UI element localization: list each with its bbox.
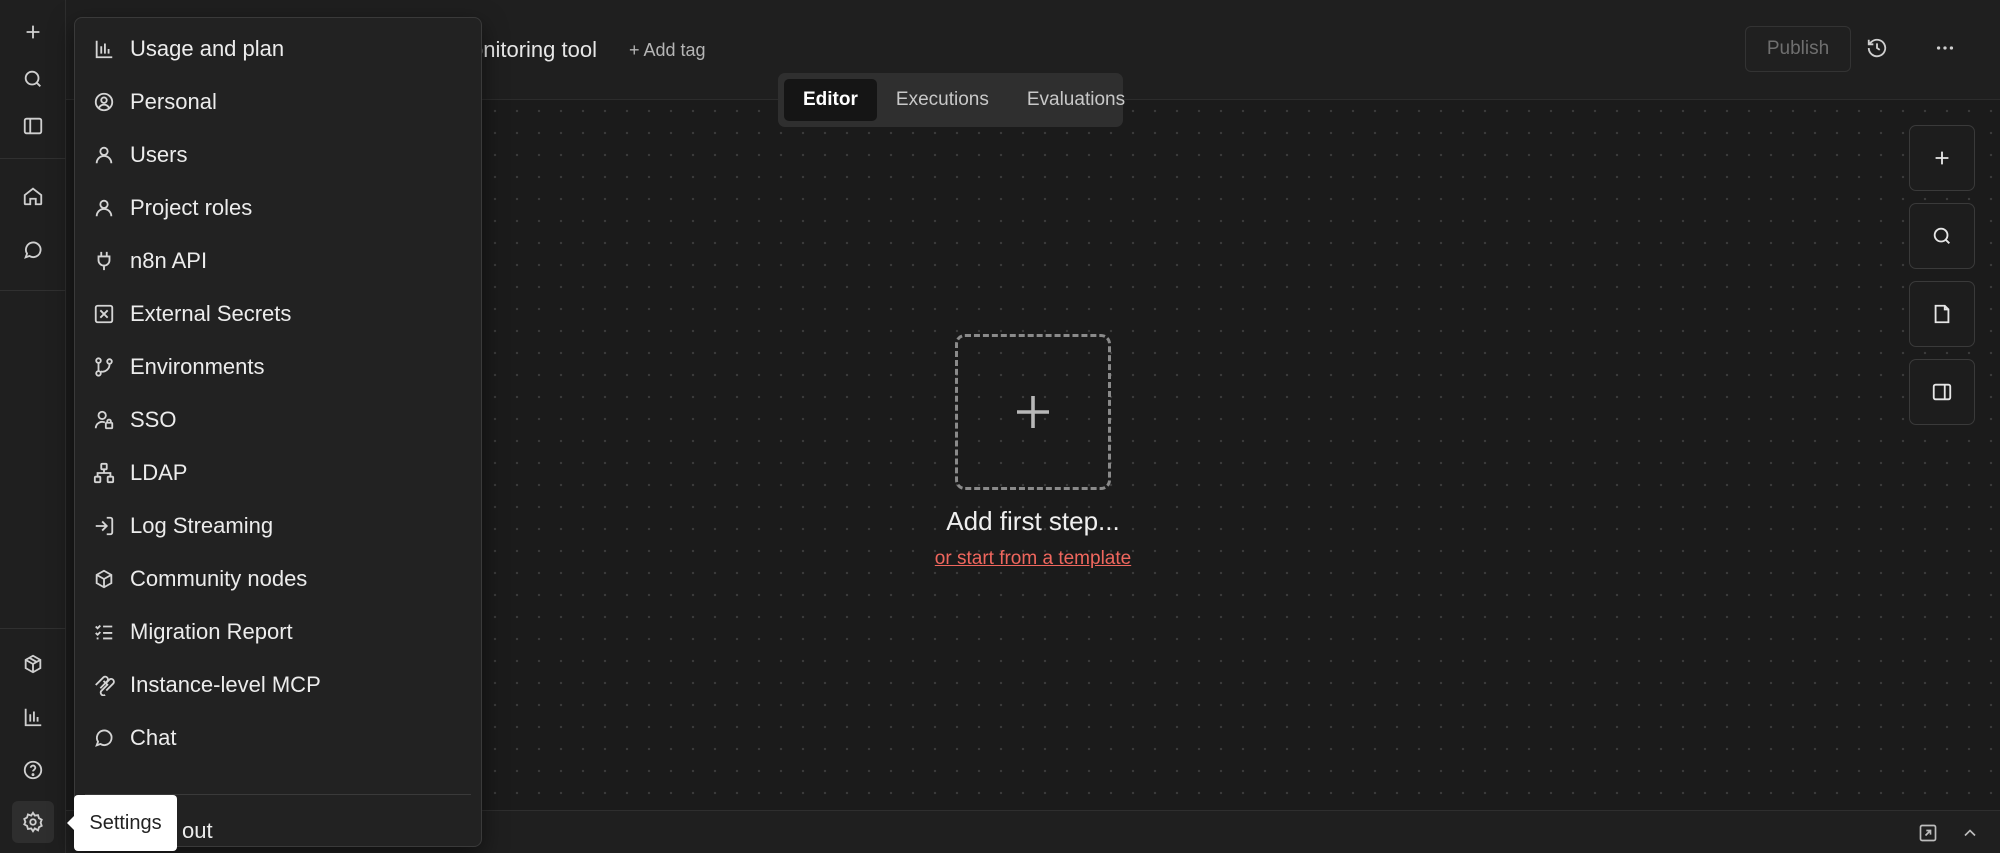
menu-item-label: Log Streaming	[130, 513, 274, 538]
network-icon	[92, 461, 116, 485]
plus-icon	[1017, 396, 1049, 428]
menu-item-label: Users	[130, 142, 188, 167]
menu-item-project-roles[interactable]: Project roles	[92, 188, 464, 228]
expand-panel-icon[interactable]	[1916, 821, 1940, 845]
tab-evaluations[interactable]: Evaluations	[1008, 79, 1144, 121]
settings-icon[interactable]	[12, 801, 54, 843]
git-branch-icon	[92, 355, 116, 379]
add-first-step-label: Add first step...	[946, 506, 1120, 536]
workflow-name[interactable]: onitoring tool	[471, 37, 597, 63]
home-icon[interactable]	[12, 175, 54, 217]
menu-item-label: Instance-level MCP	[130, 672, 321, 697]
plug-icon	[92, 249, 116, 273]
menu-item-migration-report[interactable]: Migration Report	[92, 612, 464, 652]
settings-tooltip: Settings	[67, 795, 177, 851]
menu-item-ldap[interactable]: LDAP	[92, 453, 464, 493]
rail-divider	[0, 158, 66, 159]
search-icon[interactable]	[12, 58, 54, 100]
add-tag-button[interactable]: + Add tag	[629, 40, 706, 61]
more-horizontal-icon[interactable]	[1925, 28, 1965, 68]
menu-item-usage-and-plan[interactable]: Usage and plan	[92, 29, 464, 69]
menu-item-label: External Secrets	[130, 301, 292, 326]
menu-item-n8n-api[interactable]: n8n API	[92, 241, 464, 281]
chat-bubble-icon[interactable]	[12, 229, 54, 271]
menu-item-sign-out[interactable]: out	[182, 811, 554, 851]
search-icon[interactable]	[1909, 203, 1975, 269]
help-icon[interactable]	[12, 749, 54, 791]
menu-item-label: out	[182, 818, 213, 843]
templates-icon[interactable]	[12, 643, 54, 685]
user-icon	[92, 196, 116, 220]
add-first-step-button[interactable]	[955, 334, 1111, 490]
plus-icon[interactable]	[12, 11, 54, 53]
menu-item-instance-level-mcp[interactable]: Instance-level MCP	[92, 665, 464, 705]
menu-item-label: LDAP	[130, 460, 188, 485]
history-icon[interactable]	[1857, 28, 1897, 68]
tooltip-label: Settings	[89, 811, 162, 834]
chevron-up-icon[interactable]	[1958, 821, 1982, 845]
bar-chart-icon	[92, 37, 116, 61]
menu-item-label: Personal	[130, 89, 217, 114]
user-lock-icon	[92, 408, 116, 432]
left-rail	[0, 0, 66, 853]
user-icon	[92, 143, 116, 167]
secret-box-icon	[92, 302, 116, 326]
menu-item-personal[interactable]: Personal	[92, 82, 464, 122]
menu-item-label: Chat	[130, 725, 177, 750]
start-from-template-link[interactable]: or start from a template	[923, 548, 1143, 570]
tab-executions[interactable]: Executions	[877, 79, 1008, 121]
menu-item-chat[interactable]: Chat	[92, 718, 464, 758]
menu-item-label: Usage and plan	[130, 36, 285, 61]
menu-item-external-secrets[interactable]: External Secrets	[92, 294, 464, 334]
menu-item-label: SSO	[130, 407, 177, 432]
menu-item-environments[interactable]: Environments	[92, 347, 464, 387]
box-icon	[92, 567, 116, 591]
view-tabs: Editor Executions Evaluations	[778, 73, 1125, 127]
settings-menu: Usage and plan Personal Users Project ro…	[74, 17, 482, 847]
sticky-note-icon[interactable]	[1909, 281, 1975, 347]
menu-item-log-streaming[interactable]: Log Streaming	[92, 506, 464, 546]
chat-bubble-icon	[92, 726, 116, 750]
panel-toggle-icon[interactable]	[1909, 359, 1975, 425]
menu-item-label: n8n API	[130, 248, 208, 273]
user-circle-icon	[92, 90, 116, 114]
menu-item-community-nodes[interactable]: Community nodes	[92, 559, 464, 599]
menu-item-sso[interactable]: SSO	[92, 400, 464, 440]
insights-icon[interactable]	[12, 696, 54, 738]
sidebar-toggle-icon[interactable]	[12, 105, 54, 147]
menu-item-label: Migration Report	[130, 619, 293, 644]
zoom-in-icon[interactable]	[1909, 125, 1975, 191]
menu-item-users[interactable]: Users	[92, 135, 464, 175]
menu-item-label: Environments	[130, 354, 265, 379]
checklist-icon	[92, 620, 116, 644]
publish-button[interactable]: Publish	[1745, 26, 1851, 72]
tab-editor[interactable]: Editor	[784, 79, 877, 121]
log-in-icon	[92, 514, 116, 538]
menu-item-label: Project roles	[130, 195, 253, 220]
rail-divider	[0, 290, 66, 291]
menu-item-label: Community nodes	[130, 566, 308, 591]
rail-divider	[0, 628, 66, 629]
mcp-icon	[92, 673, 116, 697]
